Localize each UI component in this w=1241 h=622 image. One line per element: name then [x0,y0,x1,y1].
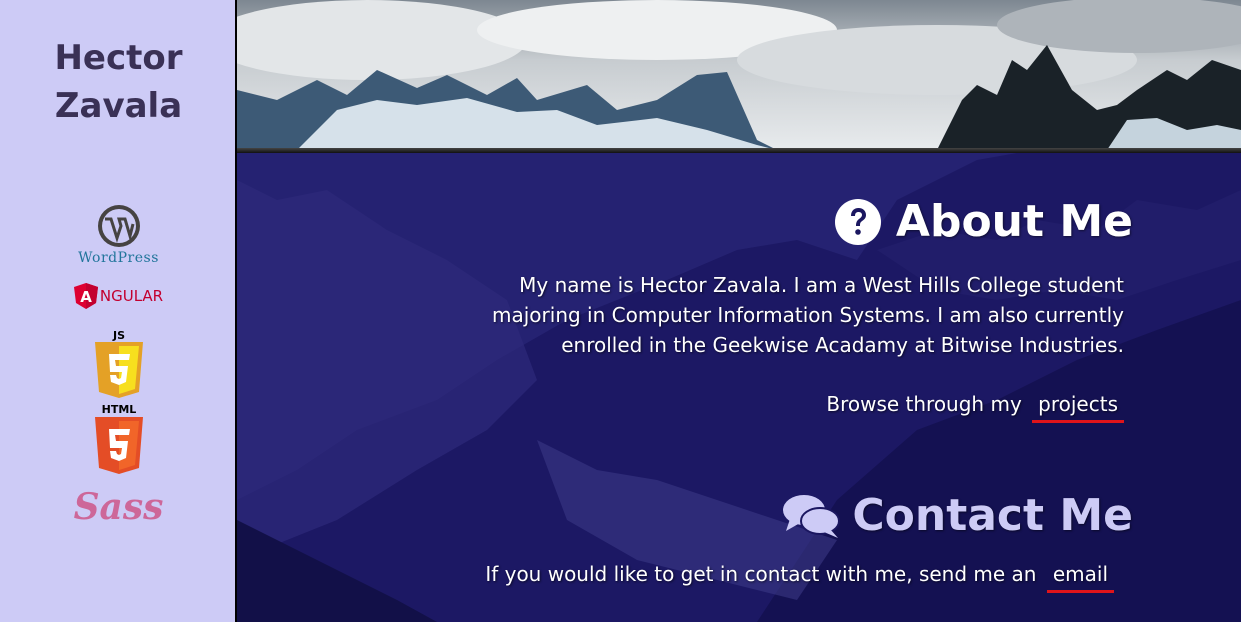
hero-image [237,0,1241,150]
question-circle-icon [834,198,881,245]
name-first: Hector [54,38,183,78]
site-owner-name: Hector Zavala [0,34,237,130]
sass-logo: Sass [0,486,237,528]
about-heading: About Me [834,196,1133,247]
contact-line: If you would like to get in contact with… [485,562,1114,593]
angular-wordmark: NGULAR [99,287,164,305]
js-label: JS [111,329,124,342]
javascript-logo: JS [0,328,237,400]
name-last: Zavala [54,86,183,126]
html-label: HTML [101,403,136,416]
angular-logo: A NGULAR [0,283,237,309]
html5-shield-icon: HTML [94,403,143,474]
contact-heading: Contact Me [782,490,1133,541]
wordpress-logo: WordPress [0,204,237,266]
angular-shield-icon: A [73,283,98,309]
email-link[interactable]: email [1046,562,1114,593]
wordpress-icon [97,205,140,247]
browse-prefix: Browse through my [826,392,1022,416]
js-shield-icon: JS [94,329,143,398]
sass-wordmark: Sass [73,486,164,528]
contact-prefix: If you would like to get in contact with… [485,562,1037,586]
about-title-text: About Me [895,196,1133,247]
hero-divider [237,148,1241,153]
projects-link[interactable]: projects [1032,392,1124,423]
wordpress-wordmark: WordPress [78,250,159,266]
main-content: About Me My name is Hector Zavala. I am … [237,0,1241,622]
sidebar: Hector Zavala WordPress A NGULAR JS HTML… [0,0,237,622]
html5-logo: HTML [0,402,237,476]
about-paragraph: My name is Hector Zavala. I am a West Hi… [492,273,1124,357]
comments-icon [783,494,841,538]
browse-line: Browse through my projects [826,392,1124,423]
angular-letter: A [80,288,92,306]
contact-title-text: Contact Me [852,490,1133,541]
